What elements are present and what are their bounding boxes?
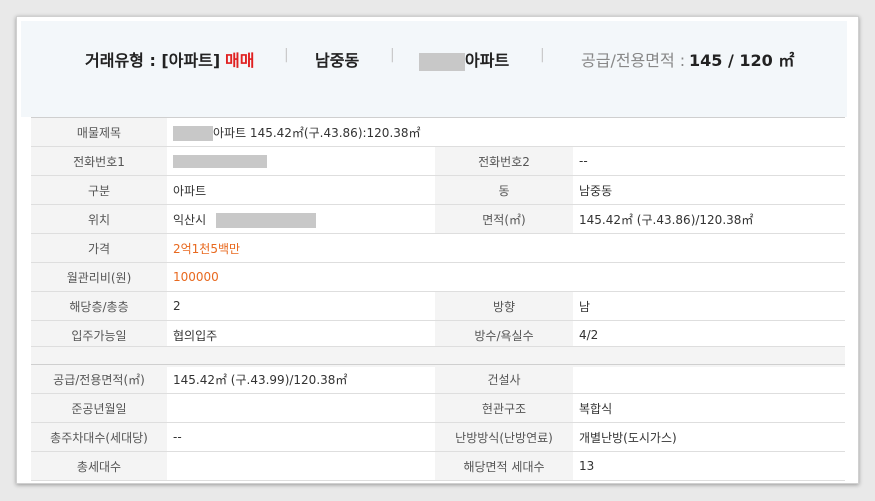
summary-apartment-name: 아파트 <box>419 47 509 71</box>
table-row: 총세대수 해당면적 세대수 13 <box>31 451 845 481</box>
price-value: 2억1천5백만 <box>167 233 845 263</box>
floor-value: 2 <box>167 291 435 321</box>
label-parking: 총주차대수(세대당) <box>31 422 167 452</box>
label-phone1: 전화번호1 <box>31 146 167 176</box>
label-type: 구분 <box>31 175 167 205</box>
redacted-block <box>173 125 213 141</box>
summary-bar: 거래유형 : [아파트] 매매 | 남중동 | 아파트 | 공급/전용면적 : … <box>21 21 847 117</box>
phone1-value <box>167 146 435 176</box>
label-heating: 난방방식(난방연료) <box>435 422 573 452</box>
table-row: 공급/전용면적(㎡) 145.42㎡ (구.43.99)/120.38㎡ 건설사 <box>31 364 845 394</box>
separator: | <box>540 47 545 63</box>
table-row: 전화번호1 전화번호2 -- <box>31 146 845 176</box>
table-row: 위치 익산시 면적(㎡) 145.42㎡ (구.43.86)/120.38㎡ <box>31 204 845 234</box>
label-floor: 해당층/총층 <box>31 291 167 321</box>
phone2-value: -- <box>573 146 845 176</box>
supply-area-value: 145.42㎡ (구.43.99)/120.38㎡ <box>167 364 435 394</box>
summary-area-value: 145 / 120 ㎡ <box>689 51 795 70</box>
label-listing-title: 매물제목 <box>31 117 167 147</box>
completion-date-value <box>167 393 435 423</box>
area-households-value: 13 <box>573 451 845 481</box>
listing-table-primary: 매물제목 아파트 145.42㎡(구.43.86):120.38㎡ 전화번호1 … <box>31 117 845 350</box>
listing-panel: 거래유형 : [아파트] 매매 | 남중동 | 아파트 | 공급/전용면적 : … <box>16 16 859 484</box>
separator: | <box>284 47 289 63</box>
label-phone2: 전화번호2 <box>435 146 573 176</box>
direction-value: 남 <box>573 291 845 321</box>
summary-area-label: 공급/전용면적 : <box>581 51 686 70</box>
label-entrance-structure: 현관구조 <box>435 393 573 423</box>
table-row: 가격 2억1천5백만 <box>31 233 845 263</box>
label-direction: 방향 <box>435 291 573 321</box>
heating-value: 개별난방(도시가스) <box>573 422 845 452</box>
builder-value <box>573 364 845 394</box>
parking-value: -- <box>167 422 435 452</box>
listing-table-secondary: 공급/전용면적(㎡) 145.42㎡ (구.43.99)/120.38㎡ 건설사… <box>31 364 845 481</box>
label-builder: 건설사 <box>435 364 573 394</box>
location-value: 익산시 <box>173 212 207 227</box>
deal-type-label: 거래유형 : [아파트] <box>85 51 221 70</box>
label-supply-area: 공급/전용면적(㎡) <box>31 364 167 394</box>
location-cell: 익산시 <box>167 204 435 234</box>
redacted-block <box>419 52 465 71</box>
label-area: 면적(㎡) <box>435 204 573 234</box>
type-value: 아파트 <box>167 175 435 205</box>
deal-type-value: 매매 <box>225 51 255 70</box>
redacted-block <box>215 212 316 228</box>
label-completion-date: 준공년월일 <box>31 393 167 423</box>
management-fee-value: 100000 <box>167 262 845 292</box>
separator: | <box>390 47 395 63</box>
listing-title-cell: 아파트 145.42㎡(구.43.86):120.38㎡ <box>167 117 845 147</box>
label-area-households: 해당면적 세대수 <box>435 451 573 481</box>
area-value: 145.42㎡ (구.43.86)/120.38㎡ <box>573 204 845 234</box>
table-row: 매물제목 아파트 145.42㎡(구.43.86):120.38㎡ <box>31 117 845 147</box>
entrance-structure-value: 복합식 <box>573 393 845 423</box>
total-households-value <box>167 451 435 481</box>
label-dong: 동 <box>435 175 573 205</box>
label-total-households: 총세대수 <box>31 451 167 481</box>
summary-dong: 남중동 <box>315 51 360 70</box>
table-row: 해당층/총층 2 방향 남 <box>31 291 845 321</box>
dong-value: 남중동 <box>573 175 845 205</box>
table-row: 월관리비(원) 100000 <box>31 262 845 292</box>
label-location: 위치 <box>31 204 167 234</box>
label-price: 가격 <box>31 233 167 263</box>
table-row: 준공년월일 현관구조 복합식 <box>31 393 845 423</box>
table-row: 구분 아파트 동 남중동 <box>31 175 845 205</box>
listing-title-value: 아파트 145.42㎡(구.43.86):120.38㎡ <box>213 125 421 140</box>
redacted-block <box>173 155 267 168</box>
label-management-fee: 월관리비(원) <box>31 262 167 292</box>
table-row: 총주차대수(세대당) -- 난방방식(난방연료) 개별난방(도시가스) <box>31 422 845 452</box>
